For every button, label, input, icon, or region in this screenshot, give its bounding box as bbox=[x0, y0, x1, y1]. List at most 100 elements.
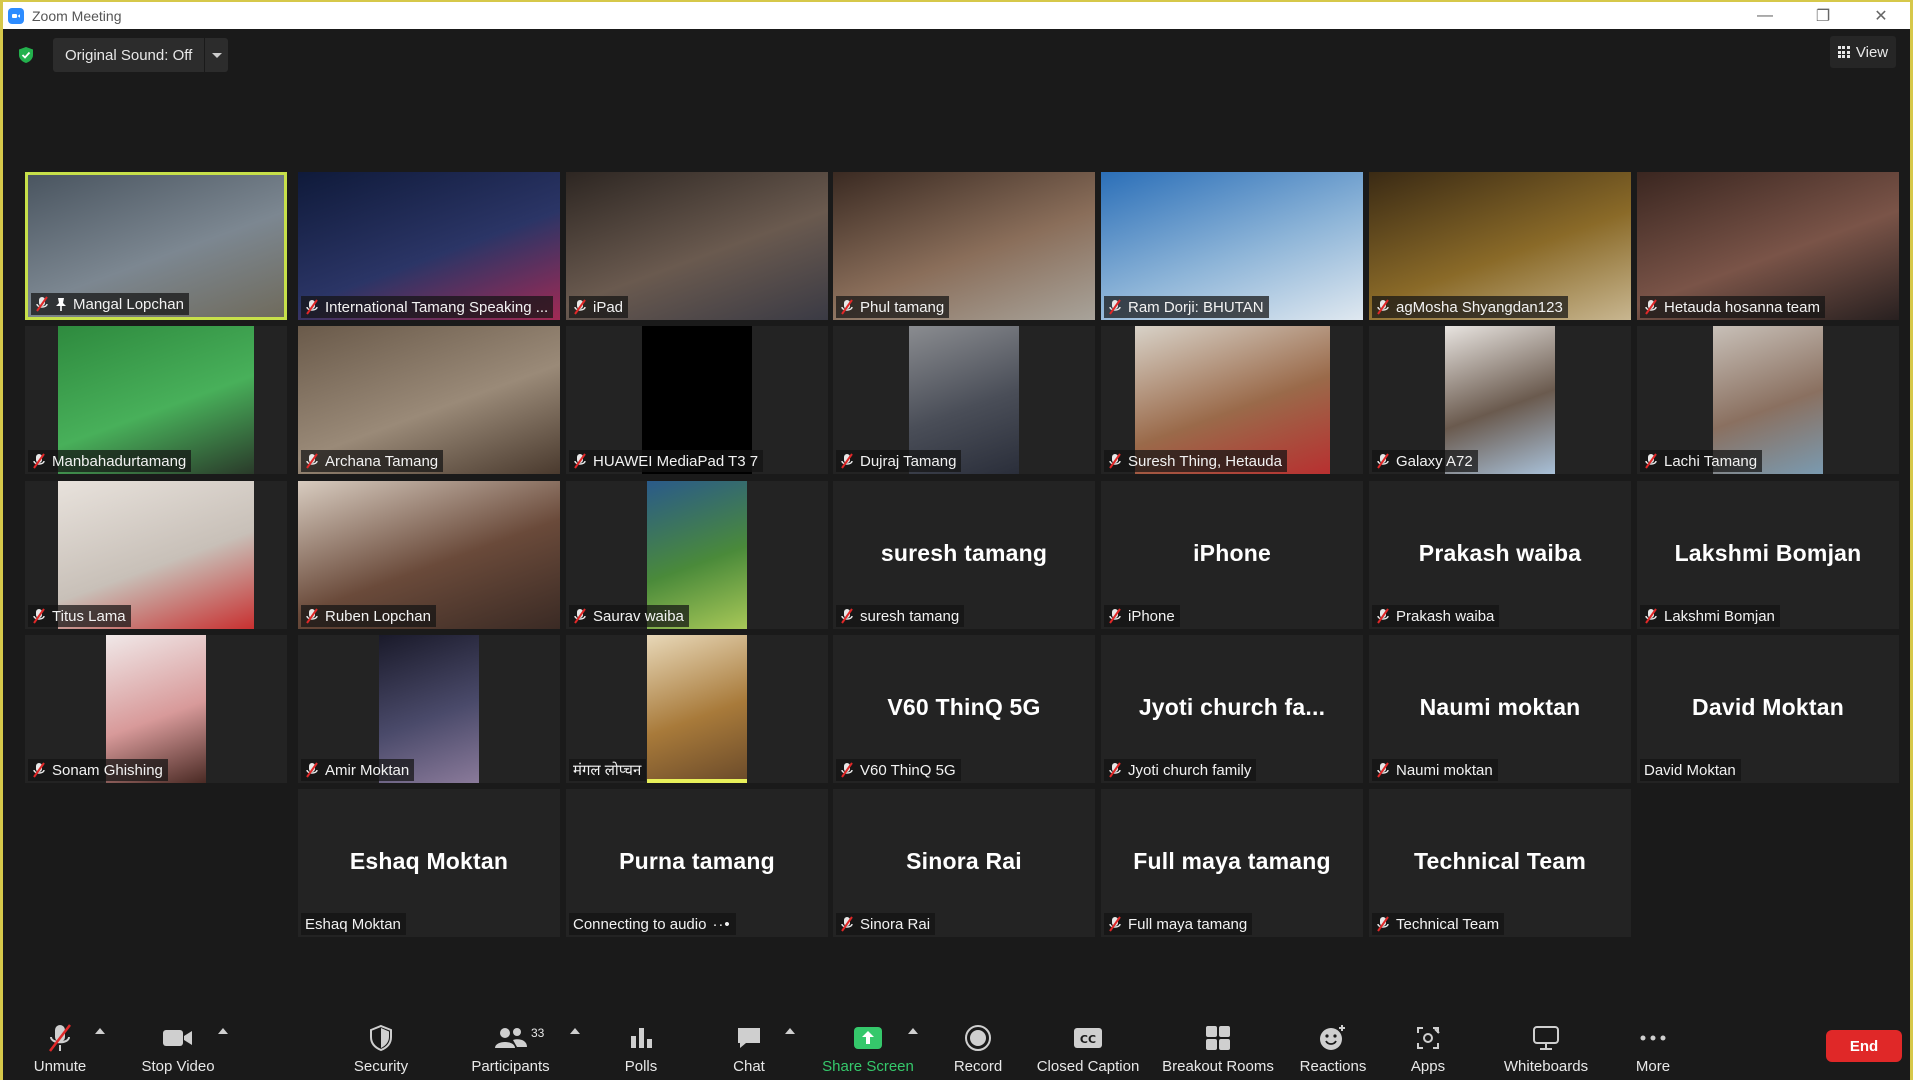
chat-button[interactable]: Chat bbox=[719, 1012, 779, 1080]
participant-tile[interactable]: Technical Team Technical Team bbox=[1369, 789, 1631, 937]
muted-mic-icon bbox=[841, 762, 853, 778]
participant-tile[interactable]: Galaxy A72 bbox=[1369, 326, 1631, 474]
end-meeting-button[interactable]: End bbox=[1826, 1030, 1902, 1062]
chat-options-caret[interactable] bbox=[785, 1028, 795, 1034]
stop-video-button[interactable]: Stop Video bbox=[133, 1012, 223, 1080]
participant-tile[interactable]: Lachi Tamang bbox=[1637, 326, 1899, 474]
participant-name-label: मंगल लोप्चन bbox=[569, 759, 647, 781]
more-button[interactable]: More bbox=[1623, 1012, 1683, 1080]
participant-tile[interactable]: Eshaq Moktan Eshaq Moktan bbox=[298, 789, 560, 937]
participant-name-label: David Moktan bbox=[1640, 759, 1741, 781]
more-dots-icon bbox=[1639, 1020, 1667, 1056]
participant-tile[interactable]: Amir Moktan bbox=[298, 635, 560, 783]
muted-mic-icon bbox=[46, 1020, 74, 1056]
participant-tile[interactable]: Mangal Lopchan bbox=[25, 172, 287, 320]
muted-mic-icon bbox=[1645, 299, 1657, 315]
muted-mic-icon bbox=[1645, 453, 1657, 469]
participant-tile[interactable]: Ram Dorji: BHUTAN bbox=[1101, 172, 1363, 320]
svg-text:CC: CC bbox=[1080, 1033, 1096, 1046]
participant-name: Hetauda hosanna team bbox=[1664, 298, 1820, 316]
participant-tile[interactable]: David Moktan David Moktan bbox=[1637, 635, 1899, 783]
participant-tile[interactable]: Naumi moktan Naumi moktan bbox=[1369, 635, 1631, 783]
muted-mic-icon bbox=[1377, 608, 1389, 624]
participant-name-label: Archana Tamang bbox=[301, 450, 444, 472]
muted-mic-icon bbox=[1377, 916, 1389, 932]
participant-tile[interactable]: Lakshmi Bomjan Lakshmi Bomjan bbox=[1637, 481, 1899, 629]
participants-options-caret[interactable] bbox=[570, 1028, 580, 1034]
speaking-indicator bbox=[647, 779, 747, 783]
participant-tile[interactable]: मंगल लोप्चन bbox=[566, 635, 828, 783]
participant-tile[interactable]: Jyoti church fa... Jyoti church family bbox=[1101, 635, 1363, 783]
view-button[interactable]: View bbox=[1830, 36, 1896, 68]
participants-icon bbox=[494, 1020, 528, 1056]
muted-mic-icon bbox=[1645, 608, 1657, 624]
participant-tile[interactable]: Sinora Rai Sinora Rai bbox=[833, 789, 1095, 937]
participant-tile[interactable]: Prakash waiba Prakash waiba bbox=[1369, 481, 1631, 629]
participant-name-label: suresh tamang bbox=[836, 605, 965, 627]
muted-mic-icon bbox=[841, 916, 853, 932]
participant-display-name: David Moktan bbox=[1692, 694, 1844, 721]
original-sound-dropdown[interactable] bbox=[204, 38, 228, 72]
participant-tile[interactable]: Suresh Thing, Hetauda bbox=[1101, 326, 1363, 474]
participant-name: Mangal Lopchan bbox=[73, 295, 184, 313]
participant-tile[interactable]: Manbahadurtamang bbox=[25, 326, 287, 474]
participant-tile[interactable]: HUAWEI MediaPad T3 7 bbox=[566, 326, 828, 474]
participant-tile[interactable]: iPad bbox=[566, 172, 828, 320]
original-sound-button[interactable]: Original Sound: Off bbox=[53, 38, 228, 72]
participant-tile[interactable]: International Tamang Speaking ... bbox=[298, 172, 560, 320]
share-screen-button[interactable]: Share Screen bbox=[818, 1012, 918, 1080]
participant-name: Sinora Rai bbox=[860, 915, 931, 933]
participant-name-label: iPhone bbox=[1104, 605, 1180, 627]
close-button[interactable]: ✕ bbox=[1852, 2, 1910, 29]
audio-options-caret[interactable] bbox=[95, 1028, 105, 1034]
participant-tile[interactable]: V60 ThinQ 5G V60 ThinQ 5G bbox=[833, 635, 1095, 783]
participant-name: Prakash waiba bbox=[1396, 607, 1495, 625]
participant-tile[interactable]: Ruben Lopchan bbox=[298, 481, 560, 629]
muted-mic-icon bbox=[841, 453, 853, 469]
reactions-button[interactable]: Reactions bbox=[1293, 1012, 1373, 1080]
participant-tile[interactable]: Purna tamang Connecting to audio ··• bbox=[566, 789, 828, 937]
encryption-shield-icon[interactable] bbox=[17, 46, 35, 64]
participant-tile[interactable]: suresh tamang suresh tamang bbox=[833, 481, 1095, 629]
participant-name-label: V60 ThinQ 5G bbox=[836, 759, 961, 781]
participant-tile[interactable]: Sonam Ghishing bbox=[25, 635, 287, 783]
participant-name-label: Jyoti church family bbox=[1104, 759, 1257, 781]
participant-name: Lakshmi Bomjan bbox=[1664, 607, 1775, 625]
original-sound-label: Original Sound: Off bbox=[65, 46, 193, 64]
restore-button[interactable]: ❐ bbox=[1794, 2, 1852, 29]
participant-tile[interactable]: Saurav waiba bbox=[566, 481, 828, 629]
participant-name-label: Lakshmi Bomjan bbox=[1640, 605, 1780, 627]
muted-mic-icon bbox=[33, 608, 45, 624]
participant-name: Manbahadurtamang bbox=[52, 452, 187, 470]
participant-name: V60 ThinQ 5G bbox=[860, 761, 956, 779]
participant-name: Ruben Lopchan bbox=[325, 607, 431, 625]
participant-tile[interactable]: Phul tamang bbox=[833, 172, 1095, 320]
participant-name: Connecting to audio bbox=[573, 915, 707, 933]
participant-name: Naumi moktan bbox=[1396, 761, 1493, 779]
participant-tile[interactable]: Archana Tamang bbox=[298, 326, 560, 474]
participant-tile[interactable]: Hetauda hosanna team bbox=[1637, 172, 1899, 320]
apps-button[interactable]: Apps bbox=[1398, 1012, 1458, 1080]
whiteboards-button[interactable]: Whiteboards bbox=[1491, 1012, 1601, 1080]
record-button[interactable]: Record bbox=[948, 1012, 1008, 1080]
minimize-button[interactable]: — bbox=[1736, 2, 1794, 29]
breakout-rooms-button[interactable]: Breakout Rooms bbox=[1153, 1012, 1283, 1080]
participant-display-name: Naumi moktan bbox=[1419, 694, 1581, 721]
participant-video bbox=[647, 635, 747, 783]
video-options-caret[interactable] bbox=[218, 1028, 228, 1034]
participant-tile[interactable]: agMosha Shyangdan123 bbox=[1369, 172, 1631, 320]
share-options-caret[interactable] bbox=[908, 1028, 918, 1034]
reactions-smiley-icon bbox=[1318, 1020, 1348, 1056]
polls-button[interactable]: Polls bbox=[611, 1012, 671, 1080]
muted-mic-icon bbox=[1377, 299, 1389, 315]
participant-tile[interactable]: iPhone iPhone bbox=[1101, 481, 1363, 629]
participant-display-name: Full maya tamang bbox=[1133, 848, 1331, 875]
participant-tile[interactable]: Titus Lama bbox=[25, 481, 287, 629]
participant-tile[interactable]: Dujraj Tamang bbox=[833, 326, 1095, 474]
closed-caption-button[interactable]: CC Closed Caption bbox=[1033, 1012, 1143, 1080]
security-button[interactable]: Security bbox=[341, 1012, 421, 1080]
participants-button[interactable]: Participants bbox=[463, 1012, 558, 1080]
breakout-rooms-icon bbox=[1205, 1020, 1231, 1056]
participant-tile[interactable]: Full maya tamang Full maya tamang bbox=[1101, 789, 1363, 937]
unmute-button[interactable]: Unmute bbox=[25, 1012, 95, 1080]
